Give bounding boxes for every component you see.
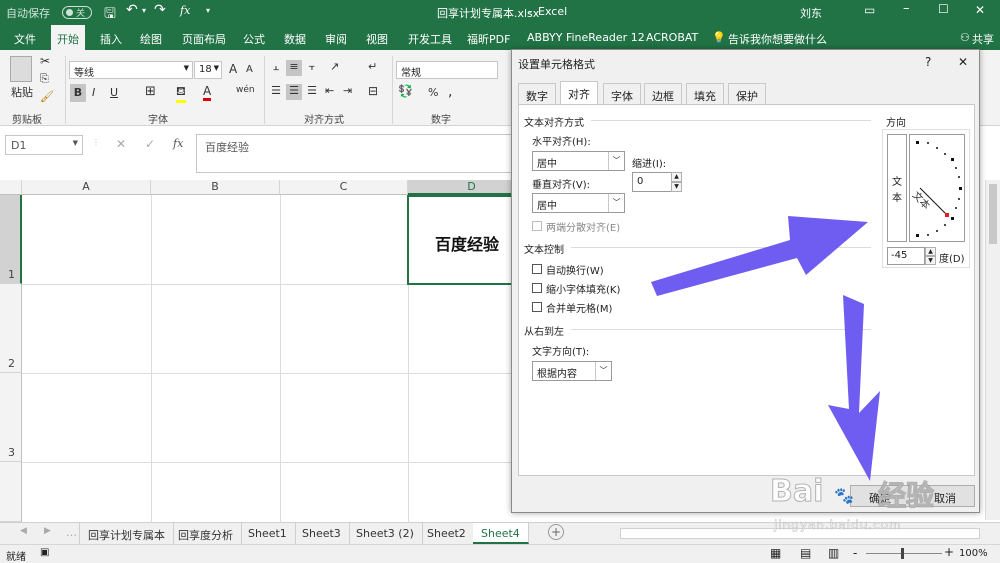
- baidu-watermark: Bai 🐾 经验 jingyan.baidu.com: [769, 468, 990, 538]
- watermark-brand-tail: 经验: [877, 479, 935, 513]
- watermark-url: jingyan.baidu.com: [774, 518, 902, 533]
- arrow-to-ok-icon: [828, 295, 880, 481]
- arrow-to-orientation-icon: [651, 216, 868, 296]
- paw-icon: 🐾: [834, 486, 854, 505]
- watermark-brand: Bai: [769, 474, 824, 510]
